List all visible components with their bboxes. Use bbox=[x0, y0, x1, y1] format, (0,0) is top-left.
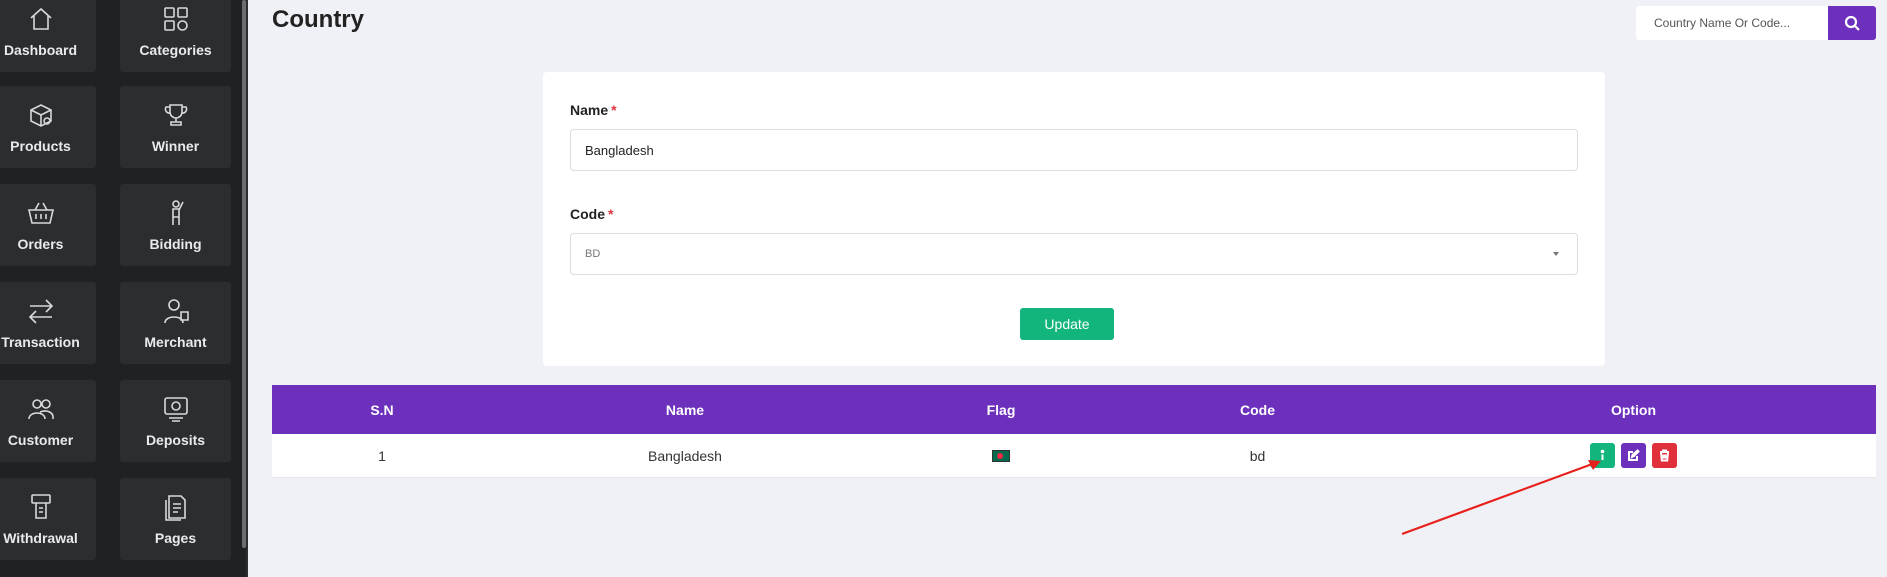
arrows-exchange-icon bbox=[26, 296, 56, 326]
sidebar-item-pages[interactable]: Pages bbox=[120, 478, 231, 560]
sidebar-item-label: Customer bbox=[7, 432, 74, 448]
sidebar-item-label: Orders bbox=[17, 236, 64, 252]
column-header-sn: S.N bbox=[370, 401, 394, 418]
sidebar-item-dashboard[interactable]: Dashboard bbox=[0, 0, 96, 72]
column-header-code: Code bbox=[1240, 401, 1275, 418]
page-title: Country bbox=[272, 6, 364, 33]
sidebar-item-orders[interactable]: Orders bbox=[0, 184, 96, 266]
search-button[interactable] bbox=[1828, 6, 1876, 40]
code-select[interactable]: BD bbox=[570, 233, 1578, 275]
row-name: Bangladesh bbox=[648, 447, 722, 464]
basket-icon bbox=[26, 198, 56, 228]
row-code: bd bbox=[1249, 447, 1266, 464]
row-flag-cell bbox=[878, 434, 1124, 477]
sidebar-item-label: Dashboard bbox=[3, 42, 78, 58]
code-label: Code * bbox=[570, 206, 614, 222]
row-options bbox=[1391, 434, 1876, 477]
sidebar-item-customer[interactable]: Customer bbox=[0, 380, 96, 462]
grid-icon bbox=[161, 4, 191, 34]
code-select-value: BD bbox=[585, 248, 601, 260]
sidebar-item-deposits[interactable]: Deposits bbox=[120, 380, 231, 462]
update-button[interactable]: Update bbox=[1020, 308, 1114, 340]
sidebar-item-bidding[interactable]: Bidding bbox=[120, 184, 231, 266]
sidebar-item-winner[interactable]: Winner bbox=[120, 86, 231, 168]
trash-icon bbox=[1660, 449, 1669, 462]
table-row: 1 Bangladesh bd bbox=[272, 434, 1876, 478]
sidebar-item-label: Categories bbox=[139, 42, 212, 58]
deposit-icon bbox=[161, 394, 191, 424]
edit-icon bbox=[1628, 449, 1640, 461]
sidebar-item-transaction[interactable]: Transaction bbox=[0, 282, 96, 364]
sidebar-item-label: Winner bbox=[151, 138, 200, 154]
search-input[interactable] bbox=[1636, 6, 1828, 40]
sidebar-item-categories[interactable]: Categories bbox=[120, 0, 231, 72]
trophy-icon bbox=[161, 100, 191, 130]
home-icon bbox=[26, 4, 56, 34]
country-table: S.N Name Flag Code Option 1 Bangladesh b… bbox=[272, 385, 1876, 478]
sidebar-item-label: Bidding bbox=[149, 236, 202, 252]
column-header-flag: Flag bbox=[986, 401, 1016, 418]
name-label: Name * bbox=[570, 102, 617, 118]
sidebar-item-label: Deposits bbox=[145, 432, 206, 448]
hand-raise-icon bbox=[161, 198, 191, 228]
sidebar-item-withdrawal[interactable]: Withdrawal bbox=[0, 478, 96, 560]
box-icon bbox=[26, 100, 56, 130]
sidebar-divider bbox=[246, 0, 248, 577]
name-input[interactable] bbox=[570, 129, 1578, 171]
users-icon bbox=[26, 394, 56, 424]
sidebar-item-label: Transaction bbox=[1, 334, 80, 350]
merchant-icon bbox=[161, 296, 191, 326]
sidebar-item-label: Pages bbox=[154, 530, 197, 546]
info-icon bbox=[1600, 449, 1605, 460]
required-mark: * bbox=[611, 102, 617, 118]
bangladesh-flag-icon bbox=[992, 449, 1010, 462]
sidebar-item-label: Products bbox=[10, 138, 71, 154]
info-button[interactable] bbox=[1590, 443, 1615, 468]
sidebar-item-products[interactable]: Products bbox=[0, 86, 96, 168]
required-mark: * bbox=[608, 206, 614, 222]
atm-icon bbox=[26, 492, 56, 522]
table-header: S.N Name Flag Code Option bbox=[272, 385, 1876, 434]
search-icon bbox=[1844, 15, 1860, 31]
edit-button[interactable] bbox=[1621, 443, 1646, 468]
delete-button[interactable] bbox=[1652, 443, 1677, 468]
sidebar-item-merchant[interactable]: Merchant bbox=[120, 282, 231, 364]
sidebar-item-label: Withdrawal bbox=[3, 530, 78, 546]
country-form-card: Name* Code* BD Update bbox=[543, 72, 1605, 366]
column-header-option: Option bbox=[1610, 401, 1657, 418]
row-sn: 1 bbox=[378, 447, 386, 464]
sidebar: Dashboard Categories Products Winner Ord… bbox=[0, 0, 246, 577]
chevron-down-icon bbox=[1553, 252, 1559, 256]
sidebar-item-label: Merchant bbox=[144, 334, 207, 350]
pages-icon bbox=[161, 492, 191, 522]
column-header-name: Name bbox=[665, 401, 705, 418]
